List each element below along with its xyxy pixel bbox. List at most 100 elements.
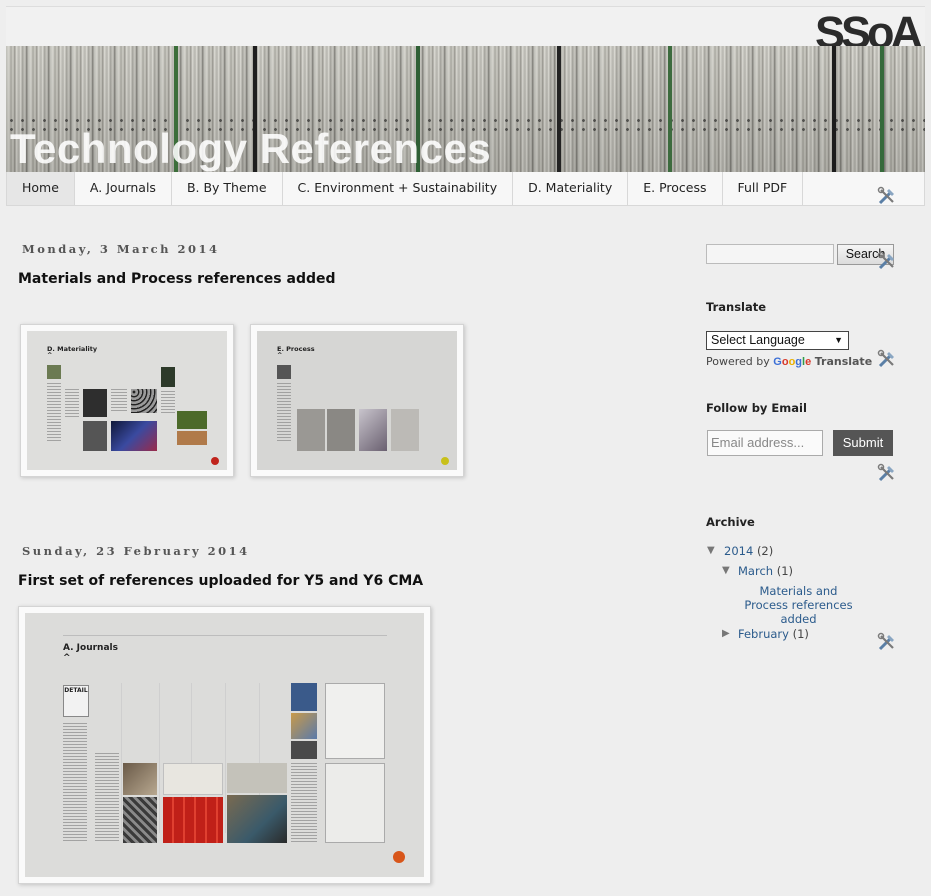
image-tile bbox=[325, 763, 385, 843]
archive-heading: Archive bbox=[706, 515, 755, 529]
edit-tools-icon[interactable] bbox=[877, 463, 897, 483]
text-column bbox=[65, 389, 79, 419]
text-column bbox=[47, 383, 61, 443]
blog-title[interactable]: Technology References bbox=[10, 126, 491, 172]
edit-tools-icon[interactable] bbox=[877, 632, 897, 652]
post-image-process[interactable]: E. Process ^ bbox=[250, 324, 464, 477]
header-banner[interactable]: Technology References bbox=[6, 46, 925, 172]
tab-environment-sustainability[interactable]: C. Environment + Sustainability bbox=[283, 172, 514, 205]
text-column bbox=[277, 383, 291, 443]
archive-month-february[interactable]: February (1) bbox=[738, 627, 809, 641]
google-logo[interactable]: Google bbox=[773, 356, 811, 368]
page-sub: ^ bbox=[277, 351, 283, 359]
edit-tools-icon[interactable] bbox=[877, 349, 897, 369]
materiality-page: D. Materiality ^ bbox=[27, 331, 227, 470]
search-input[interactable] bbox=[706, 244, 834, 264]
archive-post-link[interactable]: Materials and Process references added bbox=[736, 584, 861, 626]
tab-home[interactable]: Home bbox=[7, 172, 75, 205]
submit-button[interactable]: Submit bbox=[833, 430, 893, 456]
image-tile bbox=[177, 411, 207, 429]
page-rule bbox=[63, 635, 387, 636]
translate-label[interactable]: Translate bbox=[815, 355, 872, 368]
expand-triangle-down-icon[interactable]: ▼ bbox=[707, 545, 715, 556]
post-image-materiality[interactable]: D. Materiality ^ bbox=[20, 324, 234, 477]
post-title[interactable]: Materials and Process references added bbox=[18, 271, 336, 287]
detail-journal-cover: DETAIL bbox=[63, 685, 89, 717]
image-tile bbox=[291, 741, 317, 759]
banner-stripe bbox=[557, 46, 561, 172]
image-tile bbox=[291, 683, 317, 711]
banner-stripe bbox=[832, 46, 836, 172]
dropdown-arrow-icon: ▼ bbox=[834, 335, 843, 345]
tab-materiality[interactable]: D. Materiality bbox=[513, 172, 629, 205]
page-sub: ^ bbox=[63, 653, 71, 663]
text-column bbox=[95, 753, 119, 843]
page-heading: A. Journals bbox=[63, 643, 118, 653]
page-heading: D. Materiality bbox=[47, 345, 98, 353]
collapse-triangle-right-icon[interactable]: ▶ bbox=[722, 628, 730, 639]
archive-month-count: (1) bbox=[792, 627, 809, 641]
tab-by-theme[interactable]: B. By Theme bbox=[172, 172, 283, 205]
grid-line bbox=[159, 683, 160, 833]
tab-full-pdf[interactable]: Full PDF bbox=[723, 172, 804, 205]
color-dot bbox=[211, 457, 219, 465]
archive-year-label[interactable]: 2014 bbox=[724, 544, 753, 558]
tab-process[interactable]: E. Process bbox=[628, 172, 723, 205]
image-tile bbox=[227, 795, 287, 843]
image-tile bbox=[359, 409, 387, 451]
email-field[interactable]: Email address... bbox=[707, 430, 823, 456]
image-tile bbox=[177, 431, 207, 445]
image-tile bbox=[227, 763, 287, 793]
image-tile bbox=[83, 389, 107, 417]
archive-month-count: (1) bbox=[776, 564, 794, 578]
post-image-journals[interactable]: A. Journals ^ DETAIL bbox=[18, 606, 431, 884]
image-tile bbox=[277, 365, 291, 379]
edit-tools-icon[interactable] bbox=[877, 186, 897, 206]
page-heading: E. Process bbox=[277, 345, 315, 353]
expand-triangle-down-icon[interactable]: ▼ bbox=[722, 565, 730, 576]
powered-by-google-translate: Powered by Google Translate bbox=[706, 355, 872, 368]
image-tile bbox=[83, 421, 107, 451]
color-dot bbox=[441, 457, 449, 465]
tab-journals[interactable]: A. Journals bbox=[75, 172, 172, 205]
image-tile bbox=[327, 409, 355, 451]
image-tile bbox=[391, 409, 419, 451]
translate-heading: Translate bbox=[706, 300, 767, 314]
banner-stripe bbox=[668, 46, 672, 172]
page-tabs: Home A. Journals B. By Theme C. Environm… bbox=[6, 172, 925, 206]
process-page: E. Process ^ bbox=[257, 331, 457, 470]
image-tile bbox=[123, 763, 157, 795]
image-tile bbox=[163, 763, 223, 795]
text-column bbox=[111, 389, 127, 413]
banner-stripe bbox=[880, 46, 884, 172]
page-sub: ^ bbox=[47, 351, 53, 359]
image-tile bbox=[297, 409, 325, 451]
image-tile bbox=[325, 683, 385, 759]
image-tile bbox=[131, 389, 157, 413]
archive-year-count: (2) bbox=[756, 544, 774, 558]
post-date: Monday, 3 March 2014 bbox=[22, 242, 220, 256]
follow-by-email-heading: Follow by Email bbox=[706, 401, 807, 415]
text-column bbox=[63, 723, 87, 843]
image-tile bbox=[111, 421, 157, 451]
image-tile bbox=[47, 365, 61, 379]
journals-page: A. Journals ^ DETAIL bbox=[25, 613, 424, 877]
color-dot bbox=[393, 851, 405, 863]
language-select[interactable]: Select Language ▼ bbox=[706, 331, 849, 350]
archive-month-march[interactable]: March (1) bbox=[738, 564, 793, 578]
archive-month-label[interactable]: March bbox=[738, 564, 773, 578]
language-select-value: Select Language bbox=[711, 333, 805, 347]
text-column bbox=[161, 391, 175, 413]
image-tile bbox=[291, 713, 317, 739]
powered-by-label: Powered by bbox=[706, 355, 770, 368]
grid-line bbox=[121, 683, 122, 833]
text-column bbox=[291, 763, 317, 843]
image-tile bbox=[161, 367, 175, 387]
post-title[interactable]: First set of references uploaded for Y5 … bbox=[18, 573, 423, 589]
post-date: Sunday, 23 February 2014 bbox=[22, 544, 250, 558]
archive-month-label[interactable]: February bbox=[738, 627, 789, 641]
image-tile bbox=[123, 797, 157, 843]
archive-year-2014[interactable]: 2014 (2) bbox=[724, 544, 773, 558]
edit-tools-icon[interactable] bbox=[877, 251, 897, 271]
image-tile bbox=[163, 797, 223, 843]
